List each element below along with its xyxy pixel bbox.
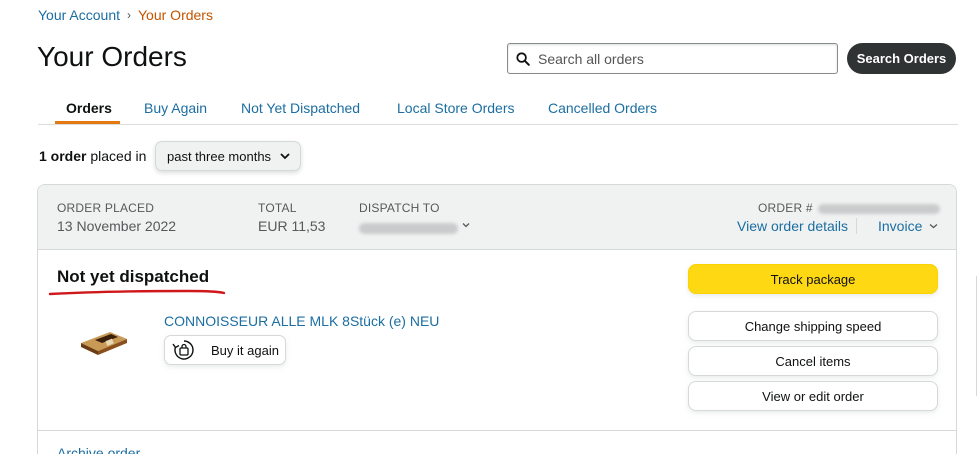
breadcrumb-your-orders: Your Orders <box>138 7 213 23</box>
shipment-status: Not yet dispatched <box>57 267 210 286</box>
chevron-down-icon <box>280 153 290 160</box>
archive-order-link[interactable]: Archive order <box>57 445 140 454</box>
buy-it-again-button[interactable]: Buy it again <box>164 335 286 365</box>
time-period-select[interactable]: past three months <box>155 141 301 171</box>
buy-it-again-label: Buy it again <box>211 342 279 358</box>
order-tabs: Orders Buy Again Not Yet Dispatched Loca… <box>38 96 958 125</box>
header-link-divider <box>856 218 857 234</box>
order-count: 1 order <box>39 148 87 164</box>
tab-buy-again[interactable]: Buy Again <box>144 100 207 116</box>
track-package-button[interactable]: Track package <box>688 264 938 294</box>
search-input[interactable] <box>538 50 818 67</box>
red-annotation-underline <box>48 289 226 296</box>
order-header: ORDER PLACED 13 November 2022 TOTAL EUR … <box>38 185 956 250</box>
breadcrumb-your-account[interactable]: Your Account <box>38 7 120 23</box>
card-footer-divider <box>38 430 956 431</box>
time-period-value: past three months <box>167 148 272 164</box>
order-placed-date: 13 November 2022 <box>57 218 177 234</box>
tab-orders[interactable]: Orders <box>66 100 112 116</box>
view-order-details-link[interactable]: View order details <box>737 218 848 234</box>
active-tab-indicator <box>55 121 120 124</box>
product-image[interactable] <box>78 326 130 358</box>
page-edge-divider <box>976 276 980 396</box>
search-icon <box>516 51 530 66</box>
breadcrumb: Your Account › Your Orders <box>38 7 213 23</box>
invoice-link[interactable]: Invoice <box>878 218 922 234</box>
change-shipping-speed-button[interactable]: Change shipping speed <box>688 311 938 341</box>
order-number-redacted <box>818 204 940 214</box>
breadcrumb-separator: › <box>127 8 131 22</box>
order-placed-label: ORDER PLACED <box>57 201 155 215</box>
search-box[interactable] <box>507 43 838 74</box>
product-title-link[interactable]: CONNOISSEUR ALLE MLK 8Stück (e) NEU <box>164 313 439 329</box>
order-count-line: 1 order placed in <box>39 148 146 164</box>
chevron-down-icon[interactable] <box>929 222 938 230</box>
order-card: ORDER PLACED 13 November 2022 TOTAL EUR … <box>37 184 957 454</box>
order-number-label: ORDER # <box>758 201 813 215</box>
order-count-suffix: placed in <box>90 148 147 164</box>
dispatch-recipient-redacted[interactable] <box>359 223 458 234</box>
page-title: Your Orders <box>37 41 187 72</box>
reorder-icon <box>172 340 194 360</box>
tab-not-yet-dispatched[interactable]: Not Yet Dispatched <box>241 100 360 116</box>
cancel-items-button[interactable]: Cancel items <box>688 346 938 376</box>
dispatch-to-label: DISPATCH TO <box>359 201 440 215</box>
tab-local-store-orders[interactable]: Local Store Orders <box>397 100 515 116</box>
view-or-edit-order-button[interactable]: View or edit order <box>688 381 938 411</box>
search-orders-button[interactable]: Search Orders <box>847 43 956 74</box>
total-value: EUR 11,53 <box>258 218 326 234</box>
total-label: TOTAL <box>258 201 297 215</box>
tab-cancelled-orders[interactable]: Cancelled Orders <box>548 100 657 116</box>
chevron-down-icon[interactable] <box>462 221 470 229</box>
